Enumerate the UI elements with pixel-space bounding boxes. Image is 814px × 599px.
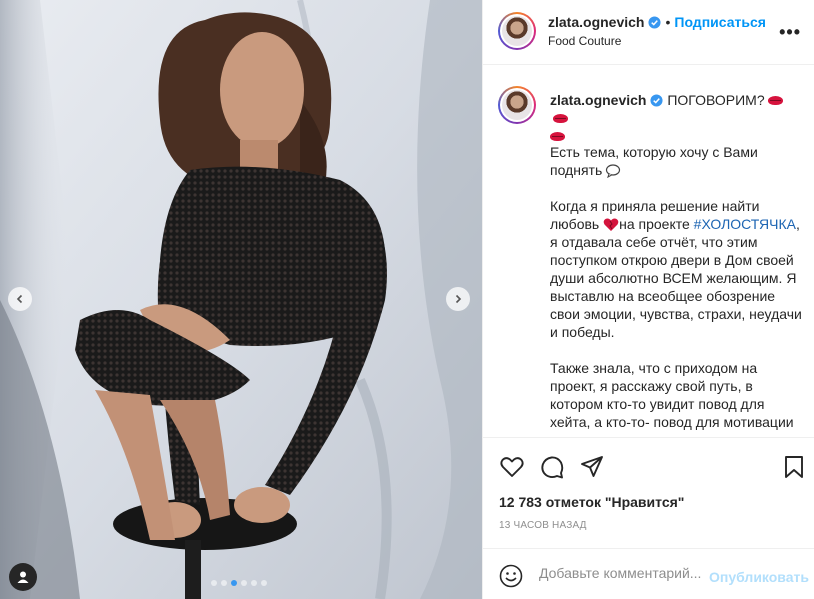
post-header: zlata.ognevich • Подписаться Food Couture … (483, 0, 814, 65)
caption-text: Также знала, что с приходом на проект, я… (550, 360, 794, 430)
caption-paragraph: Есть тема, которую хочу с Вами поднять (550, 143, 802, 179)
post-location[interactable]: Food Couture (548, 34, 621, 48)
heart-icon[interactable] (499, 454, 525, 480)
post-sidebar: zlata.ognevich • Подписаться Food Couture … (482, 0, 814, 599)
caption-author-avatar[interactable] (498, 86, 536, 124)
author-avatar[interactable] (498, 12, 536, 50)
caption-username[interactable]: zlata.ognevich (550, 92, 646, 108)
chevron-right-icon (455, 294, 462, 304)
share-icon[interactable] (579, 454, 605, 480)
carousel-next-button[interactable] (446, 287, 470, 311)
chevron-left-icon (16, 294, 23, 304)
more-options-button[interactable]: ••• (779, 22, 801, 43)
caption-first-line: zlata.ognevich ПОГОВОРИМ? (550, 91, 800, 145)
caption-text: Есть тема, которую хочу с Вами поднять (550, 144, 758, 178)
caption-paragraph: Также знала, что с приходом на проект, я… (550, 359, 802, 431)
caption-body: Есть тема, которую хочу с Вами поднять К… (550, 143, 802, 437)
header-separator: • (665, 14, 671, 30)
carousel-dot (241, 580, 247, 586)
carousel-dot (261, 580, 267, 586)
lips-emoji-icon (767, 96, 783, 105)
caption-paragraph: Когда я приняла решение найти любовь на … (550, 197, 802, 341)
verified-badge-icon (650, 94, 664, 107)
tagged-users-button[interactable] (9, 563, 37, 591)
header-author: zlata.ognevich • Подписаться (548, 14, 766, 30)
comment-icon[interactable] (539, 454, 565, 480)
smiley-icon[interactable] (499, 564, 523, 588)
post-timestamp[interactable]: 13 ЧАСОВ НАЗАД (499, 520, 587, 531)
person-icon (17, 571, 29, 583)
carousel-dot (211, 580, 217, 586)
hashtag-link[interactable]: #ХОЛОСТЯЧКА (694, 216, 796, 232)
carousel-dot (251, 580, 257, 586)
speech-bubble-emoji-icon (606, 164, 621, 178)
verified-badge-icon (648, 16, 662, 29)
bookmark-icon[interactable] (781, 454, 807, 480)
carousel-indicator (211, 580, 267, 586)
carousel-dot (221, 580, 227, 586)
carousel-prev-button[interactable] (8, 287, 32, 311)
author-username[interactable]: zlata.ognevich (548, 14, 644, 30)
follow-button[interactable]: Подписаться (674, 14, 766, 30)
post-media[interactable] (0, 0, 482, 599)
lips-emoji-icon (553, 114, 568, 123)
post-actions: 12 783 отметок "Нравится" 13 ЧАСОВ НАЗАД (483, 437, 814, 547)
carousel-dot (231, 580, 237, 586)
comment-composer: Опубликовать (483, 548, 814, 599)
caption-scroll-area[interactable]: zlata.ognevich ПОГОВОРИМ? Есть тема, кот… (483, 66, 814, 437)
heart-emoji-icon (603, 218, 619, 231)
like-count[interactable]: 12 783 отметок "Нравится" (499, 494, 684, 510)
caption-text: , я отдавала себе отчёт, что этим поступ… (550, 216, 802, 340)
caption-headline: ПОГОВОРИМ? (667, 92, 765, 108)
caption-text: на проекте (619, 216, 694, 232)
publish-button[interactable]: Опубликовать (709, 569, 809, 585)
comment-input[interactable] (539, 565, 707, 581)
lips-emoji-icon (550, 132, 565, 141)
post-photo (0, 0, 482, 599)
